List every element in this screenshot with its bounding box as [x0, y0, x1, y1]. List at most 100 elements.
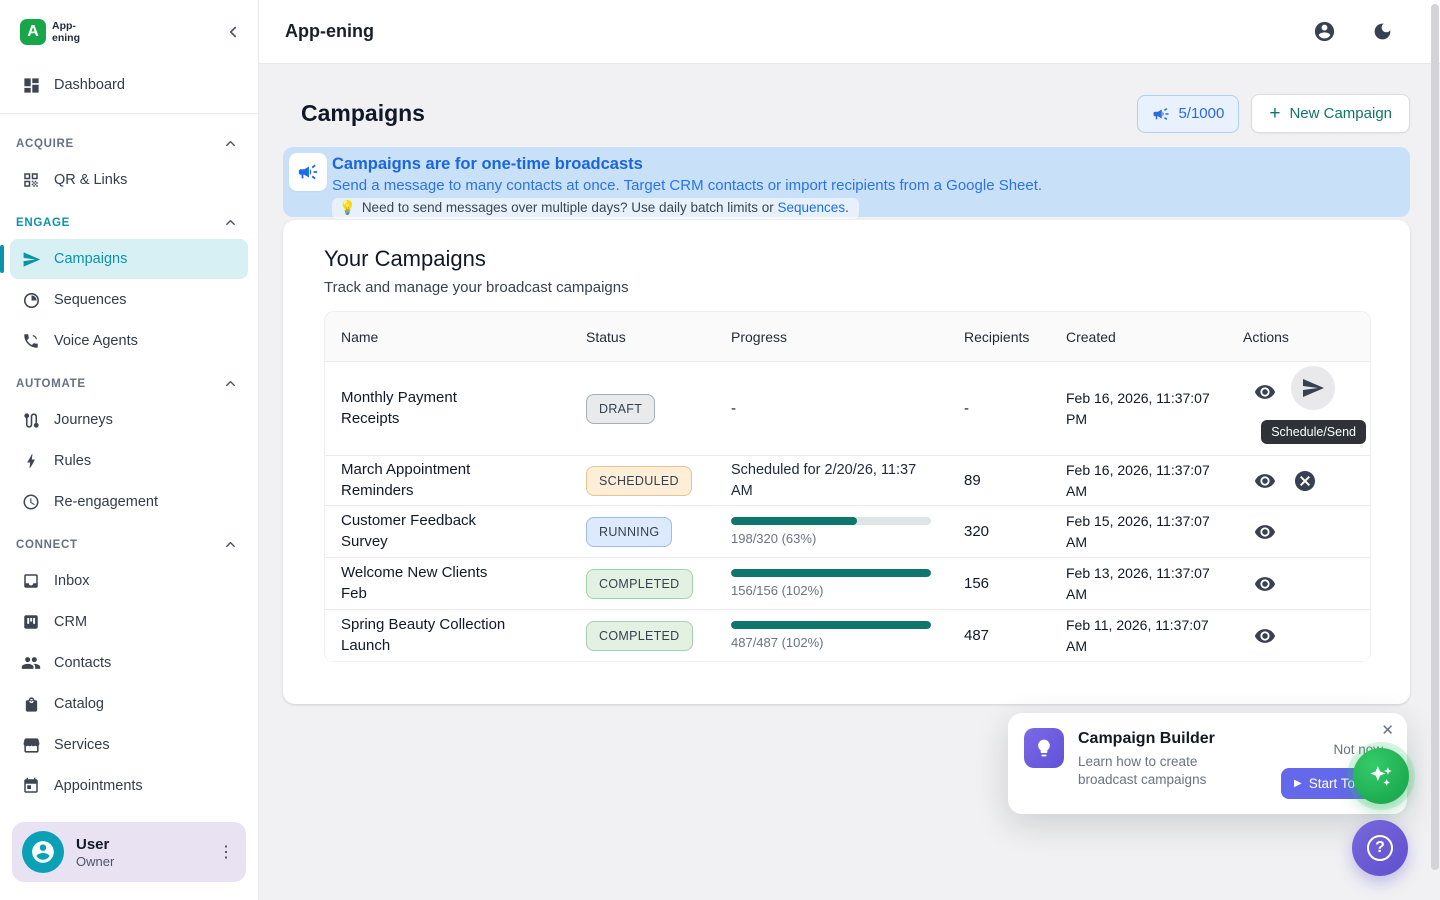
card-subheading: Track and manage your broadcast campaign… [324, 279, 1371, 296]
view-eye-icon[interactable] [1251, 518, 1279, 546]
sidebar-item-appointments[interactable]: Appointments [10, 766, 248, 806]
sidebar-item-label: Inbox [54, 573, 89, 589]
storefront-icon [20, 736, 42, 755]
sidebar-item-crm[interactable]: CRM [10, 602, 248, 642]
status-badge: RUNNING [586, 517, 672, 547]
sidebar-item-inbox[interactable]: Inbox [10, 561, 248, 601]
sidebar-item-rules[interactable]: Rules [10, 441, 248, 481]
campaign-name: Monthly Payment Receipts [341, 388, 516, 429]
sidebar: A App- ening Dashboard ACQUIRE QR & Link… [0, 0, 259, 900]
account-icon[interactable] [1310, 18, 1338, 46]
assistant-fab-button[interactable] [1353, 748, 1409, 804]
sidebar-section-automate[interactable]: AUTOMATE [0, 362, 258, 399]
sidebar-item-catalog[interactable]: Catalog [10, 684, 248, 724]
sidebar-header: A App- ening [0, 0, 258, 64]
campaign-quota-badge[interactable]: 5/1000 [1137, 95, 1239, 133]
view-eye-icon[interactable] [1251, 570, 1279, 598]
chevron-up-icon [223, 537, 238, 552]
new-campaign-button[interactable]: + New Campaign [1251, 94, 1410, 133]
user-role: Owner [76, 854, 114, 869]
col-status: Status [570, 329, 715, 345]
divider [0, 113, 258, 114]
close-icon[interactable]: ✕ [1381, 721, 1394, 739]
sidebar-item-label: Contacts [54, 655, 111, 671]
shopping-bag-icon [20, 696, 42, 713]
scrollbar-thumb[interactable] [1431, 4, 1439, 870]
lightning-icon [20, 452, 42, 470]
play-icon: ▶ [1294, 778, 1302, 789]
chevron-up-icon [223, 215, 238, 230]
view-eye-icon[interactable] [1251, 622, 1279, 650]
progress-value: Scheduled for 2/20/26, 11:37 AM [715, 460, 948, 501]
phone-icon [20, 332, 42, 350]
qr-code-icon [20, 171, 42, 189]
progress-value: 487/487 (102%) [731, 635, 931, 650]
view-eye-icon[interactable] [1251, 378, 1279, 406]
schedule-send-tooltip: Schedule/Send [1261, 420, 1366, 444]
banner-megaphone-icon [289, 153, 327, 191]
sidebar-item-qr-links[interactable]: QR & Links [10, 160, 248, 200]
status-badge: DRAFT [586, 394, 655, 424]
sidebar-section-connect[interactable]: CONNECT [0, 523, 258, 560]
campaign-name: March Appointment Reminders [341, 460, 516, 501]
progress-value: - [715, 400, 948, 417]
sidebar-item-contacts[interactable]: Contacts [10, 643, 248, 683]
col-name: Name [325, 329, 570, 345]
recipients-value: 320 [948, 523, 1050, 540]
sidebar-item-services[interactable]: Services [10, 725, 248, 765]
recipients-value: 89 [948, 472, 1050, 489]
sidebar-section-engage[interactable]: ENGAGE [0, 201, 258, 238]
table-row: March Appointment Reminders SCHEDULED Sc… [325, 456, 1370, 506]
inbox-icon [20, 572, 42, 590]
dark-mode-moon-icon[interactable] [1368, 18, 1396, 46]
col-created: Created [1050, 329, 1227, 345]
page-scrollbar [1430, 0, 1439, 900]
table-row: Monthly Payment Receipts DRAFT - - Feb 1… [325, 362, 1370, 456]
sidebar-item-label: Dashboard [54, 77, 125, 93]
campaigns-card: Your Campaigns Track and manage your bro… [283, 220, 1410, 704]
recipients-value: 487 [948, 627, 1050, 644]
status-badge: COMPLETED [586, 569, 693, 599]
sidebar-item-dashboard[interactable]: Dashboard [10, 65, 248, 105]
banner-title: Campaigns are for one-time broadcasts [332, 154, 1394, 175]
created-value: Feb 15, 2026, 11:37:07 AM [1050, 511, 1227, 553]
campaign-builder-popup: ✕ Campaign Builder Learn how to create b… [1008, 713, 1407, 814]
view-eye-icon[interactable] [1251, 467, 1279, 495]
card-heading: Your Campaigns [324, 246, 1371, 272]
sidebar-item-label: Re-engagement [54, 494, 158, 510]
quota-value: 5/1000 [1178, 105, 1224, 122]
sidebar-item-campaigns[interactable]: Campaigns [10, 239, 248, 279]
question-mark-icon: ? [1367, 835, 1393, 861]
sidebar-section-acquire[interactable]: ACQUIRE [0, 122, 258, 159]
recipients-value: - [948, 400, 1050, 417]
app-logo-text: App- ening [52, 20, 80, 44]
sidebar-item-label: Appointments [54, 778, 143, 794]
sidebar-item-label: Voice Agents [54, 333, 138, 349]
col-actions: Actions [1227, 329, 1370, 345]
people-icon [20, 653, 42, 673]
sparkles-icon [1366, 761, 1396, 791]
help-fab-button[interactable]: ? [1352, 820, 1408, 876]
user-profile-card[interactable]: User Owner ⋮ [12, 822, 246, 882]
app-logo-icon: A [20, 19, 46, 45]
recipients-value: 156 [948, 575, 1050, 592]
user-menu-dots-icon[interactable]: ⋮ [218, 842, 234, 862]
sidebar-item-voice-agents[interactable]: Voice Agents [10, 321, 248, 361]
campaign-name: Welcome New Clients Feb [341, 563, 516, 604]
schedule-send-button[interactable] [1291, 366, 1335, 410]
campaign-name: Customer Feedback Survey [341, 511, 516, 552]
chevron-up-icon [223, 136, 238, 151]
col-progress: Progress [715, 329, 948, 345]
sidebar-item-sequences[interactable]: Sequences [10, 280, 248, 320]
sidebar-item-re-engagement[interactable]: Re-engagement [10, 482, 248, 522]
sidebar-item-label: Sequences [54, 292, 127, 308]
created-value: Feb 13, 2026, 11:37:07 AM [1050, 563, 1227, 605]
sequences-link[interactable]: Sequences [778, 200, 846, 215]
campaign-name: Spring Beauty Collection Launch [341, 615, 516, 656]
sidebar-item-journeys[interactable]: Journeys [10, 400, 248, 440]
plus-icon: + [1269, 104, 1280, 123]
sidebar-collapse-button[interactable] [224, 23, 242, 41]
info-banner: Campaigns are for one-time broadcasts Se… [283, 147, 1410, 217]
cancel-x-icon[interactable] [1291, 467, 1319, 495]
topbar: App-ening [259, 0, 1440, 64]
